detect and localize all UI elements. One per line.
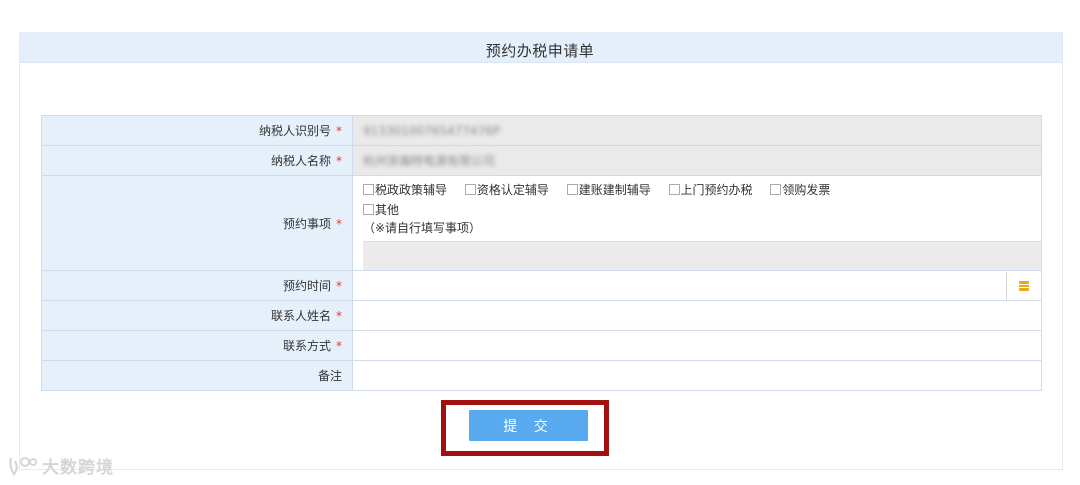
required-mark: * xyxy=(336,339,342,353)
calendar-button[interactable] xyxy=(1006,271,1041,300)
contact-method-label: 联系方式 xyxy=(282,339,331,353)
option-tax-policy[interactable]: 税政政策辅导 xyxy=(363,180,447,200)
contact-name-label: 联系人姓名 xyxy=(270,309,331,323)
option-qualification[interactable]: 资格认定辅导 xyxy=(464,180,549,200)
other-items-input[interactable] xyxy=(363,241,1042,270)
option-label: 税政政策辅导 xyxy=(375,183,448,197)
taxpayer-id-field: 91330100765477476P xyxy=(352,115,1042,146)
watermark: 大数跨境 xyxy=(8,453,114,478)
option-label: 建账建制辅导 xyxy=(578,183,651,197)
required-mark: * xyxy=(336,216,342,231)
appointment-items-field: 税政政策辅导 资格认定辅导 建账建制辅导 上门预约办税 领购发票 其他 （※请自… xyxy=(352,175,1042,271)
taxpayer-id-value: 91330100765477476P xyxy=(363,123,501,138)
contact-name-row: 联系人姓名 * xyxy=(41,300,1042,331)
taxpayer-id-row: 纳税人识别号 * 91330100765477476P xyxy=(41,115,1042,146)
appointment-time-row: 预约时间 * xyxy=(41,270,1042,301)
option-invoice-purchase[interactable]: 领购发票 xyxy=(770,180,830,200)
appointment-items-row: 预约事项 * 税政政策辅导 资格认定辅导 建账建制辅导 上门预约办税 领购发票 其… xyxy=(41,175,1042,271)
checkbox[interactable] xyxy=(363,204,374,215)
checkbox[interactable] xyxy=(668,184,680,195)
option-onsite-service[interactable]: 上门预约办税 xyxy=(668,180,753,200)
option-other[interactable]: 其他 xyxy=(363,200,399,220)
contact-method-row: 联系方式 * xyxy=(41,330,1042,361)
taxpayer-name-value: 杭州浙瀚特电源有限公司 xyxy=(363,154,496,168)
required-mark: * xyxy=(336,309,342,323)
watermark-logo-icon xyxy=(9,456,37,476)
taxpayer-name-label-cell: 纳税人名称 * xyxy=(41,145,353,176)
watermark-text: 大数跨境 xyxy=(42,458,114,478)
taxpayer-id-label: 纳税人识别号 xyxy=(258,124,331,138)
contact-method-label-cell: 联系方式 * xyxy=(41,330,353,361)
contact-name-label-cell: 联系人姓名 * xyxy=(41,300,353,331)
remarks-label-cell: 备注 xyxy=(41,360,353,391)
form-title: 预约办税申请单 xyxy=(485,42,595,60)
taxpayer-name-label: 纳税人名称 xyxy=(270,154,331,168)
option-label: 领购发票 xyxy=(782,183,831,197)
other-hint: （※请自行填写事项） xyxy=(363,221,482,235)
taxpayer-name-field: 杭州浙瀚特电源有限公司 xyxy=(352,145,1042,176)
contact-method-input[interactable] xyxy=(352,330,1042,361)
taxpayer-name-row: 纳税人名称 * 杭州浙瀚特电源有限公司 xyxy=(41,145,1042,176)
option-label: 其他 xyxy=(375,203,400,217)
remarks-row: 备注 xyxy=(41,360,1042,391)
remarks-label: 备注 xyxy=(317,369,342,383)
checkbox[interactable] xyxy=(566,184,578,195)
option-bookkeeping[interactable]: 建账建制辅导 xyxy=(566,180,651,200)
checkbox[interactable] xyxy=(363,184,374,195)
appointment-time-label: 预约时间 xyxy=(282,279,331,293)
appointment-items-label: 预约事项 xyxy=(282,216,331,231)
option-label: 资格认定辅导 xyxy=(476,183,549,197)
required-mark: * xyxy=(336,279,342,293)
required-mark: * xyxy=(336,154,342,168)
option-label: 上门预约办税 xyxy=(680,183,753,197)
appointment-options: 税政政策辅导 资格认定辅导 建账建制辅导 上门预约办税 领购发票 其他 xyxy=(363,176,1041,220)
checkbox[interactable] xyxy=(770,184,782,195)
taxpayer-id-label-cell: 纳税人识别号 * xyxy=(41,115,353,146)
required-mark: * xyxy=(336,124,342,138)
appointment-time-input[interactable] xyxy=(353,272,1007,300)
remarks-input[interactable] xyxy=(352,360,1042,391)
calendar-icon xyxy=(1019,280,1029,291)
appointment-items-label-cell: 预约事项 * xyxy=(41,175,353,271)
checkbox[interactable] xyxy=(464,184,476,195)
submit-button[interactable]: 提 交 xyxy=(469,410,588,441)
contact-name-input[interactable] xyxy=(352,300,1042,331)
appointment-time-label-cell: 预约时间 * xyxy=(41,270,353,301)
appointment-time-field xyxy=(352,270,1042,301)
application-form-table: 纳税人识别号 * 91330100765477476P 纳税人名称 * 杭州浙瀚特电… xyxy=(41,115,1042,391)
